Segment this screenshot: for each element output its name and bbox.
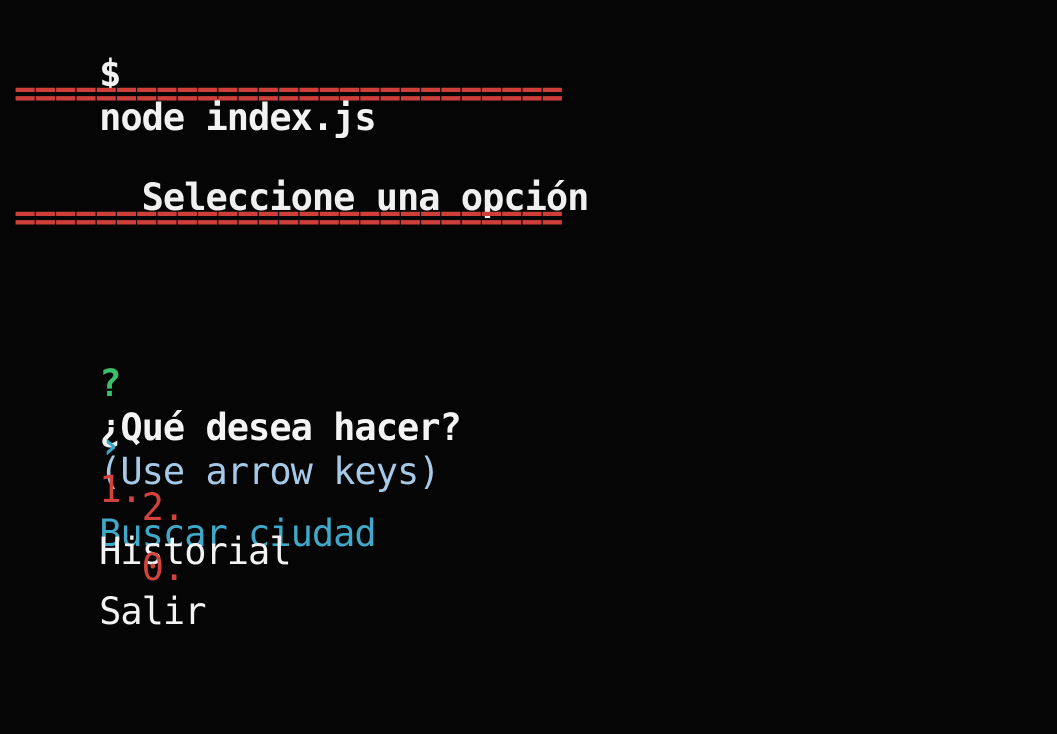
terminal-window: $ node index.js ========================… <box>14 0 1044 734</box>
separator-text-bottom: =========================== <box>14 195 563 239</box>
question-line: ? ¿Qué desea hacer? (Use arrow keys) <box>14 318 462 493</box>
menu-header: Seleccione una opción <box>14 132 590 219</box>
separator-top: =========================== <box>14 72 563 115</box>
menu-option-historial[interactable]: 2. Historial <box>14 442 291 573</box>
menu-option-buscar-ciudad[interactable]: › 1. Buscar ciudad <box>14 380 377 555</box>
command-line: $ node index.js <box>14 8 377 139</box>
separator-bottom: =========================== <box>14 196 563 239</box>
menu-option-salir[interactable]: 0. Salir <box>14 502 206 633</box>
separator-text-top: =========================== <box>14 71 563 115</box>
option-label: Salir <box>99 590 206 633</box>
option-number: 0. <box>141 546 186 589</box>
